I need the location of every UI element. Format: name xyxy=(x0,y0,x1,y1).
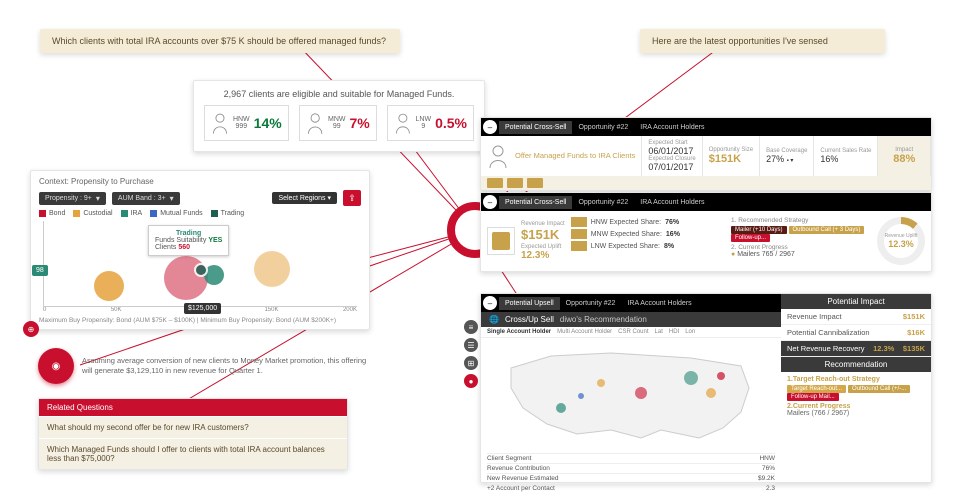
legend-item[interactable]: Custodial xyxy=(73,210,112,217)
strategy-chip[interactable]: Mailer (+10 Days) xyxy=(731,226,787,234)
impact-row: Net Revenue Recovery12.3%$135K xyxy=(781,341,931,357)
impact-row: Potential Cannibalization$16K xyxy=(781,325,931,341)
strategy-chip[interactable]: Follow-up Mail... xyxy=(787,393,839,401)
chart-title: Context: Propensity to Purchase xyxy=(39,177,361,186)
table-row: New Revenue Estimated$9.2K xyxy=(487,473,775,483)
impact-row: Revenue Impact$151K xyxy=(781,309,931,325)
map-subtab[interactable]: Lon xyxy=(685,329,695,335)
map-recommendation-card: ≡ ☰ ⊞ ● – Potential Upsell Opportunity #… xyxy=(480,293,932,483)
user-question: Which clients with total IRA accounts ov… xyxy=(40,29,400,53)
map-subtab[interactable]: Lat xyxy=(655,329,663,335)
lightbulb-icon: ◉ xyxy=(38,348,74,384)
segment-stat: LNW9 0.5% xyxy=(387,105,474,141)
legend-item[interactable]: Mutual Funds xyxy=(150,210,202,217)
x-marker: $125,000 xyxy=(184,303,221,314)
filter-pill[interactable]: Propensity : 9+▾ xyxy=(39,192,106,205)
eligibility-card: 2,967 clients are eligible and suitable … xyxy=(193,80,485,152)
propensity-chart-card: Context: Propensity to Purchase Propensi… xyxy=(30,170,370,330)
strategy-chip[interactable]: Follow-up... xyxy=(731,234,770,242)
table-row: +2 Account per Contact2.3 xyxy=(487,483,775,493)
segment-stat: MNW99 7% xyxy=(299,105,377,141)
uplift-donut: Revenue Uplift12.3% xyxy=(877,217,925,265)
tab[interactable]: Opportunity #22 xyxy=(572,121,634,134)
tab[interactable]: IRA Account Holders xyxy=(634,121,710,134)
strategy-chip[interactable]: Outbound Call (+/-... xyxy=(848,385,910,393)
expand-icon[interactable]: – xyxy=(483,296,497,310)
globe-icon: 🌐 xyxy=(489,315,499,324)
legend-item[interactable]: Bond xyxy=(39,210,65,217)
expand-icon[interactable]: – xyxy=(483,120,497,134)
insight-callout: ◉ Assuming average conversion of new cli… xyxy=(38,348,378,384)
tab[interactable]: Potential Cross-Sell xyxy=(499,196,572,209)
briefcase-icon xyxy=(487,227,515,255)
tab[interactable]: Potential Upsell xyxy=(499,297,560,310)
segment-stat: HNW999 14% xyxy=(204,105,289,141)
side-button[interactable]: ≡ xyxy=(464,320,478,334)
side-button[interactable]: ● xyxy=(464,374,478,388)
opportunity-strip: – Potential Cross-Sell Opportunity #22 I… xyxy=(480,117,932,191)
eligibility-msg: 2,967 clients are eligible and suitable … xyxy=(204,89,474,99)
map-subtab[interactable]: CSR Count xyxy=(618,329,648,335)
system-answer: Here are the latest opportunities I've s… xyxy=(640,29,885,53)
side-button[interactable]: ☰ xyxy=(464,338,478,352)
related-questions: Related Questions What should my second … xyxy=(38,398,348,470)
tab[interactable]: Potential Cross-Sell xyxy=(499,121,572,134)
table-row: Revenue Contribution76% xyxy=(487,463,775,473)
us-map[interactable] xyxy=(481,338,781,448)
strategy-chip[interactable]: Target Reach-out... xyxy=(787,385,846,393)
map-subtab[interactable]: HDI xyxy=(669,329,679,335)
tab[interactable]: IRA Account Holders xyxy=(621,297,697,310)
legend-item[interactable]: Trading xyxy=(211,210,244,217)
person-icon xyxy=(487,144,509,168)
opportunity-detail: – Potential Cross-Sell Opportunity #22 I… xyxy=(480,192,932,272)
share-row: LNW Expected Share: 8% xyxy=(571,241,725,251)
related-q[interactable]: Which Managed Funds should I offer to cl… xyxy=(39,438,347,469)
region-select[interactable]: Select Regions ▾ xyxy=(272,192,337,204)
table-row: Client SegmentHNW xyxy=(487,453,775,463)
tab[interactable]: Opportunity #22 xyxy=(560,297,622,310)
map-subtab[interactable]: Multi Account Holder xyxy=(557,329,612,335)
share-row: MNW Expected Share: 16% xyxy=(571,229,725,239)
scatter-plot[interactable]: 98 $125,000 Trading Funds Suitability YE… xyxy=(43,221,357,307)
legend-item[interactable]: IRA xyxy=(121,210,143,217)
share-icon[interactable]: ⇪ xyxy=(343,190,361,206)
side-button[interactable]: ⊞ xyxy=(464,356,478,370)
point-tooltip: Trading Funds Suitability YES Clients 56… xyxy=(148,225,229,256)
share-row: HNW Expected Share: 76% xyxy=(571,217,725,227)
expand-icon[interactable]: – xyxy=(483,195,497,209)
mini-metric-icons xyxy=(481,176,931,190)
tab[interactable]: IRA Account Holders xyxy=(634,196,710,209)
card-action-icon[interactable]: ⊕ xyxy=(23,321,39,337)
chart-footer: Maximum Buy Propensity: Bond (AUM $75K –… xyxy=(39,317,361,325)
y-marker: 98 xyxy=(32,265,48,276)
filter-pill[interactable]: AUM Band : 3+▾ xyxy=(112,192,180,205)
related-q[interactable]: What should my second offer be for new I… xyxy=(39,416,347,438)
strategy-chip[interactable]: Outbound Call (+ 3 Days) xyxy=(789,226,865,234)
map-subtab[interactable]: Single Account Holder xyxy=(487,329,551,335)
tab[interactable]: Opportunity #22 xyxy=(572,196,634,209)
